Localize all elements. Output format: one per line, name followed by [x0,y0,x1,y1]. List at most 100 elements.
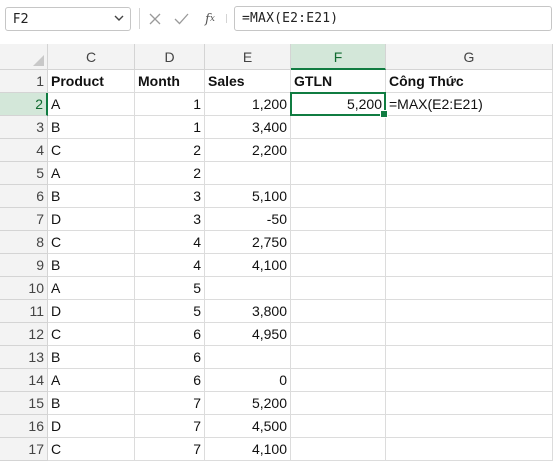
cell-e17[interactable]: 4,100 [205,438,291,461]
cell-f14[interactable] [291,369,386,392]
row-header-3[interactable]: 3 [0,116,48,139]
cell-d1[interactable]: Month [135,70,205,93]
cell-e13[interactable] [205,346,291,369]
cell-d8[interactable]: 4 [135,231,205,254]
cell-d17[interactable]: 7 [135,438,205,461]
cell-f11[interactable] [291,300,386,323]
cell-g7[interactable] [386,208,553,231]
check-icon[interactable] [172,10,190,28]
cell-f15[interactable] [291,392,386,415]
cell-g13[interactable] [386,346,553,369]
function-icon[interactable]: fx [199,10,221,28]
cell-c6[interactable]: B [48,185,135,208]
cell-e16[interactable]: 4,500 [205,415,291,438]
row-header-7[interactable]: 7 [0,208,48,231]
cell-g8[interactable] [386,231,553,254]
cell-e7[interactable]: -50 [205,208,291,231]
cell-d6[interactable]: 3 [135,185,205,208]
cell-g4[interactable] [386,139,553,162]
cell-f9[interactable] [291,254,386,277]
cell-c3[interactable]: B [48,116,135,139]
cell-g14[interactable] [386,369,553,392]
row-header-4[interactable]: 4 [0,139,48,162]
cell-f13[interactable] [291,346,386,369]
cell-e8[interactable]: 2,750 [205,231,291,254]
cell-e1[interactable]: Sales [205,70,291,93]
cell-c7[interactable]: D [48,208,135,231]
cell-c13[interactable]: B [48,346,135,369]
cell-f3[interactable] [291,116,386,139]
name-box[interactable]: F2 [5,7,131,31]
cell-g16[interactable] [386,415,553,438]
cell-e12[interactable]: 4,950 [205,323,291,346]
row-header-16[interactable]: 16 [0,415,48,438]
cell-g6[interactable] [386,185,553,208]
cell-f12[interactable] [291,323,386,346]
cell-g17[interactable] [386,438,553,461]
row-header-15[interactable]: 15 [0,392,48,415]
row-header-5[interactable]: 5 [0,162,48,185]
cell-f7[interactable] [291,208,386,231]
cell-c9[interactable]: B [48,254,135,277]
cell-d7[interactable]: 3 [135,208,205,231]
cell-d15[interactable]: 7 [135,392,205,415]
cell-g1[interactable]: Công Thức [386,70,553,93]
cell-g10[interactable] [386,277,553,300]
cell-g9[interactable] [386,254,553,277]
row-header-2[interactable]: 2 [0,93,48,116]
cell-c2[interactable]: A [48,93,135,116]
cell-e6[interactable]: 5,100 [205,185,291,208]
cell-c12[interactable]: C [48,323,135,346]
cell-c16[interactable]: D [48,415,135,438]
cell-c15[interactable]: B [48,392,135,415]
cell-f5[interactable] [291,162,386,185]
cell-d4[interactable]: 2 [135,139,205,162]
row-header-12[interactable]: 12 [0,323,48,346]
cell-d11[interactable]: 5 [135,300,205,323]
column-header-c[interactable]: C [48,44,135,70]
cell-e9[interactable]: 4,100 [205,254,291,277]
cell-f10[interactable] [291,277,386,300]
row-header-11[interactable]: 11 [0,300,48,323]
column-header-g[interactable]: G [386,44,553,70]
cell-c8[interactable]: C [48,231,135,254]
cell-d12[interactable]: 6 [135,323,205,346]
cell-e14[interactable]: 0 [205,369,291,392]
cell-e5[interactable] [205,162,291,185]
cell-e3[interactable]: 3,400 [205,116,291,139]
chevron-down-icon[interactable] [112,11,126,25]
row-header-10[interactable]: 10 [0,277,48,300]
cell-e11[interactable]: 3,800 [205,300,291,323]
row-header-13[interactable]: 13 [0,346,48,369]
cell-g15[interactable] [386,392,553,415]
column-header-d[interactable]: D [135,44,205,70]
row-header-8[interactable]: 8 [0,231,48,254]
cell-f6[interactable] [291,185,386,208]
cell-f1[interactable]: GTLN [291,70,386,93]
cell-c14[interactable]: A [48,369,135,392]
cell-c4[interactable]: C [48,139,135,162]
cell-e15[interactable]: 5,200 [205,392,291,415]
cell-f17[interactable] [291,438,386,461]
cell-d14[interactable]: 6 [135,369,205,392]
cell-g5[interactable] [386,162,553,185]
cell-d13[interactable]: 6 [135,346,205,369]
cell-c11[interactable]: D [48,300,135,323]
cell-d9[interactable]: 4 [135,254,205,277]
cell-e4[interactable]: 2,200 [205,139,291,162]
cell-c10[interactable]: A [48,277,135,300]
row-header-6[interactable]: 6 [0,185,48,208]
cell-g2[interactable]: =MAX(E2:E21) [386,93,553,116]
cell-d5[interactable]: 2 [135,162,205,185]
cell-d3[interactable]: 1 [135,116,205,139]
row-header-14[interactable]: 14 [0,369,48,392]
cell-f2[interactable]: 5,200 [291,93,386,116]
cell-f16[interactable] [291,415,386,438]
column-header-f[interactable]: F [291,44,386,70]
cell-f8[interactable] [291,231,386,254]
row-header-9[interactable]: 9 [0,254,48,277]
cell-d16[interactable]: 7 [135,415,205,438]
cell-d10[interactable]: 5 [135,277,205,300]
cell-c17[interactable]: C [48,438,135,461]
cell-e2[interactable]: 1,200 [205,93,291,116]
